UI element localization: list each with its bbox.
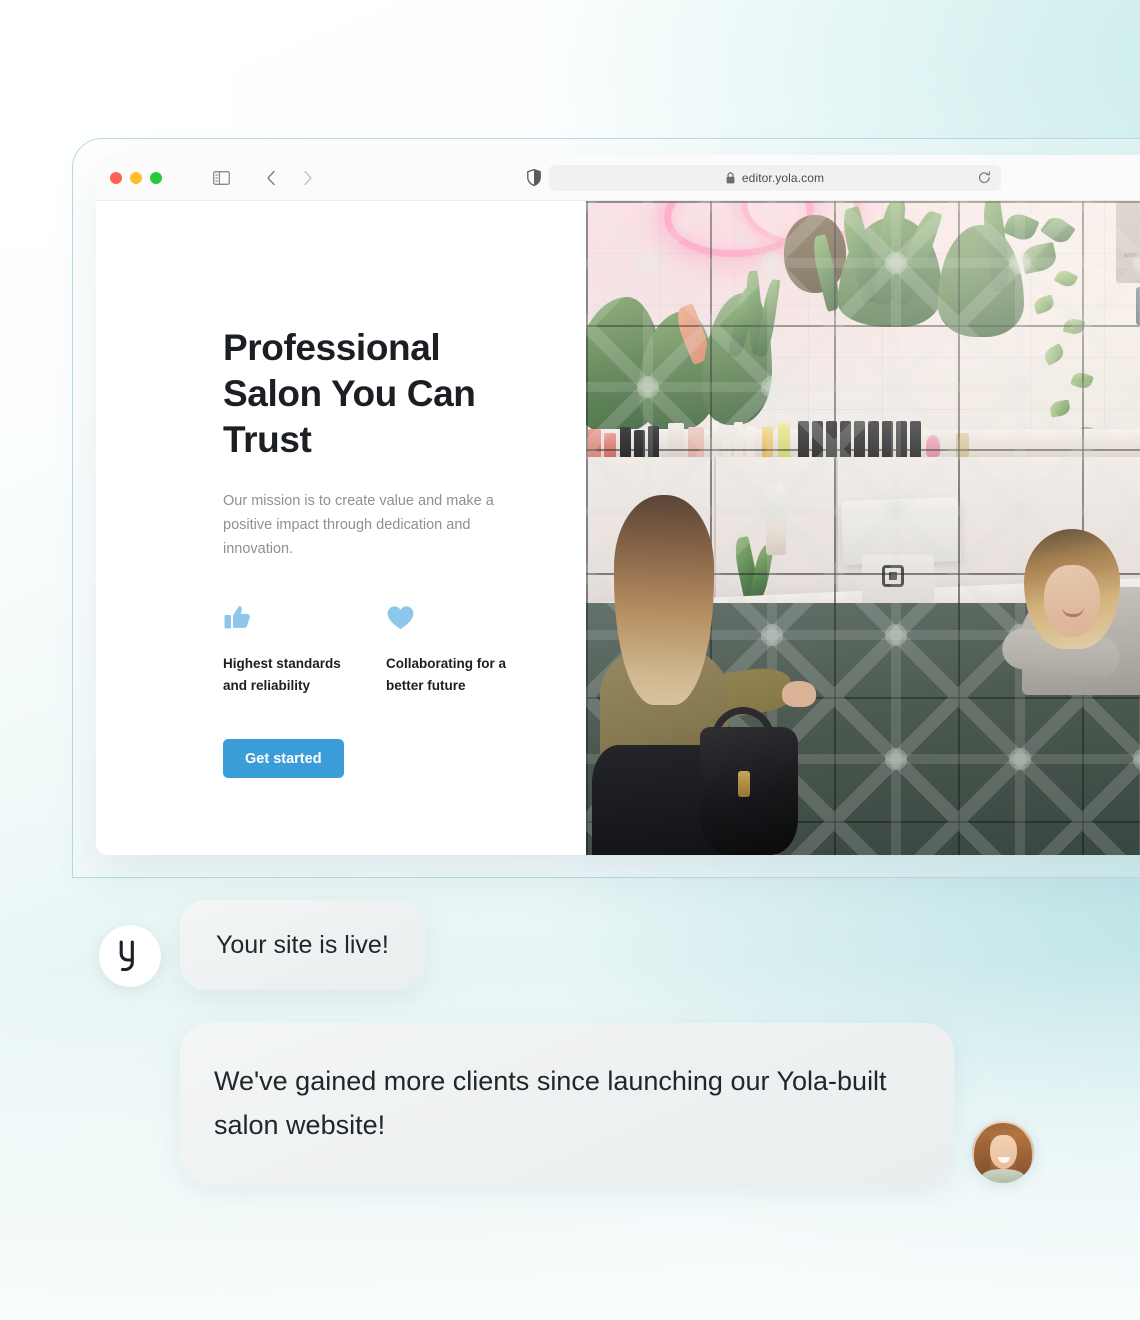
hero-feature-list: Highest standards and reliability Collab… [223, 603, 586, 697]
get-started-button[interactable]: Get started [223, 739, 344, 778]
feature-label: Highest standards and reliability [223, 656, 341, 693]
chat-row-customer: We've gained more clients since launchin… [0, 990, 1140, 1185]
browser-window: editor.yola.com Professional Salon You C… [96, 155, 1140, 855]
hero-paragraph: Our mission is to create value and make … [223, 493, 494, 557]
hero-text-column: Professional Salon You Can Trust Our mis… [96, 201, 586, 855]
window-close-button[interactable] [110, 171, 122, 184]
reload-icon[interactable] [978, 170, 991, 185]
heart-icon [386, 603, 549, 633]
shield-icon[interactable] [521, 165, 547, 191]
chat-bubble-yola: Your site is live! [180, 900, 425, 990]
site-viewport: Professional Salon You Can Trust Our mis… [96, 201, 1140, 855]
feature-label: Collaborating for a better future [386, 656, 507, 693]
page-title: Professional Salon You Can Trust [223, 327, 476, 460]
chevron-left-icon[interactable] [258, 165, 284, 191]
sidebar-toggle-icon[interactable] [208, 165, 234, 191]
testimonial-chat: Your site is live! We've gained more cli… [0, 900, 1140, 1185]
hero-image [586, 201, 1140, 855]
customer-avatar [972, 1121, 1034, 1183]
browser-titlebar: editor.yola.com [96, 155, 1140, 201]
url-text: editor.yola.com [741, 170, 825, 185]
chat-row-yola: Your site is live! [0, 900, 1140, 990]
chevron-right-icon[interactable] [294, 165, 320, 191]
window-maximize-button[interactable] [150, 171, 162, 184]
feature-item-standards: Highest standards and reliability [223, 603, 386, 697]
browser-toolbar-icons [208, 165, 320, 191]
window-minimize-button[interactable] [130, 171, 142, 184]
thumbs-up-icon [223, 603, 386, 633]
yola-logo-avatar [99, 925, 161, 987]
salon-photo [586, 201, 1140, 855]
lock-icon [726, 171, 735, 184]
yola-y-glyph [119, 940, 134, 972]
chat-bubble-customer: We've gained more clients since launchin… [180, 1023, 954, 1185]
window-traffic-lights [110, 171, 162, 184]
browser-url-bar[interactable]: editor.yola.com [549, 164, 1001, 191]
feature-item-collaboration: Collaborating for a better future [386, 603, 549, 697]
